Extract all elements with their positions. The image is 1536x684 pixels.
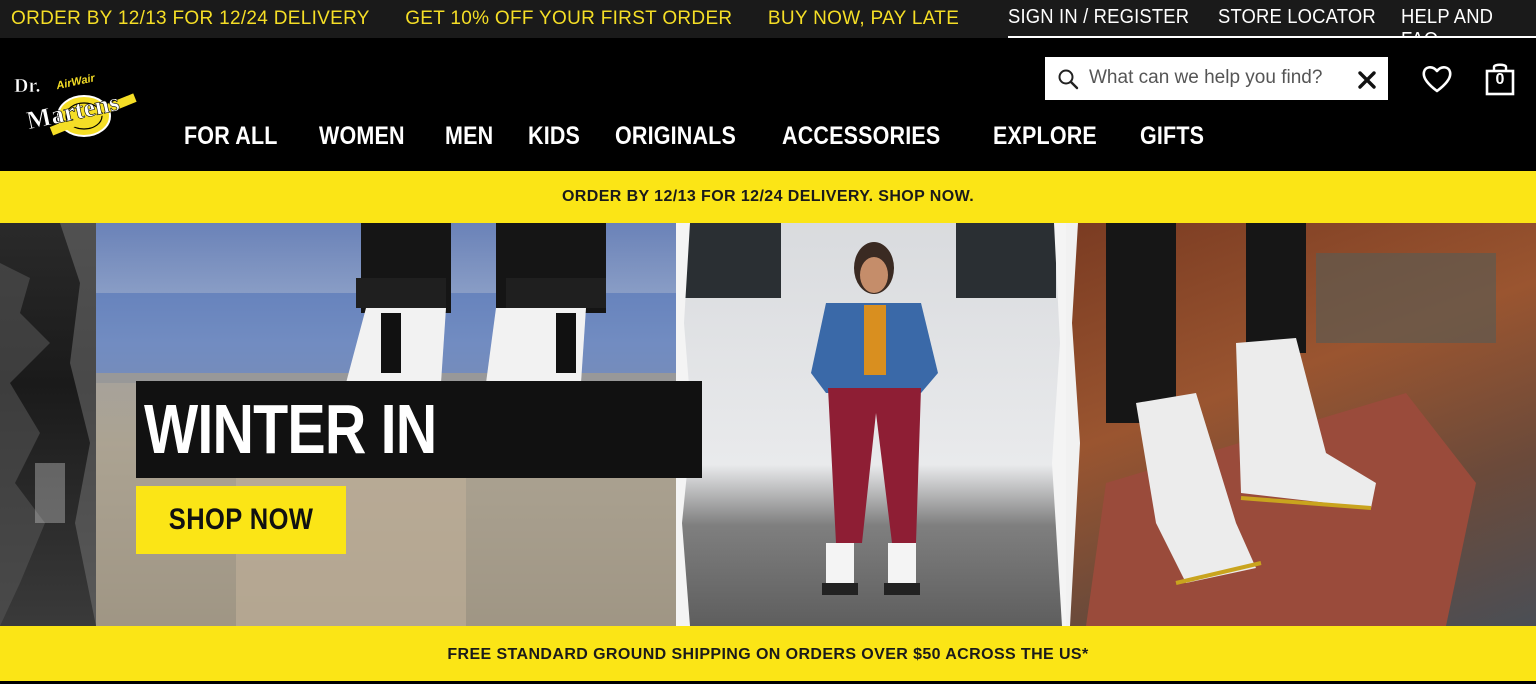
logo-graphic: Dr. Martens AirWair	[14, 72, 137, 137]
hero-image-model	[676, 223, 1066, 626]
nav-item-kids[interactable]: KIDS	[528, 122, 580, 151]
hero-banner[interactable]: WINTER IN WHITE. SHOP NOW	[0, 223, 1536, 626]
shop-now-label: SHOP NOW	[168, 503, 314, 536]
hero-left-edge	[0, 223, 96, 626]
shopping-bag-button[interactable]: 0	[1484, 62, 1516, 96]
nav-item-accessories[interactable]: ACCESSORIES	[782, 122, 940, 151]
nav-item-women[interactable]: WOMEN	[319, 122, 405, 151]
promo-ticker-item[interactable]: GET 10% OFF YOUR FIRST ORDER	[405, 0, 732, 38]
store-locator-link[interactable]: STORE LOCATOR	[1218, 6, 1376, 29]
heart-icon[interactable]	[1421, 64, 1453, 94]
site-header: Dr. Martens AirWair FOR ALL WOMEN MEN KI…	[0, 38, 1536, 171]
hero-panel-model	[676, 223, 1066, 626]
promo-ticker: ORDER BY 12/13 FOR 12/24 DELIVERY GET 10…	[0, 0, 958, 38]
promo-ticker-item[interactable]: BUY NOW, PAY LATER WITH	[768, 0, 958, 38]
nav-item-explore[interactable]: EXPLORE	[993, 122, 1097, 151]
hero-image-boots-chair	[1066, 223, 1496, 626]
shop-now-button[interactable]: SHOP NOW	[136, 486, 346, 554]
top-utility-bar: ORDER BY 12/13 FOR 12/24 DELIVERY GET 10…	[0, 0, 1536, 51]
bag-count: 0	[1495, 71, 1505, 88]
nav-item-men[interactable]: MEN	[445, 122, 493, 151]
logo-text-airwair: AirWair	[54, 72, 96, 92]
free-shipping-text: FREE STANDARD GROUND SHIPPING ON ORDERS …	[447, 646, 1089, 663]
nav-item-gifts[interactable]: GIFTS	[1140, 122, 1204, 151]
logo-text-dr: Dr.	[14, 75, 40, 97]
nav-item-for-all[interactable]: FOR ALL	[184, 122, 278, 151]
search-box	[1045, 57, 1388, 100]
torn-poster-graphic	[0, 223, 96, 626]
search-icon[interactable]	[1057, 68, 1079, 90]
clear-icon[interactable]	[1357, 70, 1377, 90]
main-nav: FOR ALL WOMEN MEN KIDS ORIGINALS ACCESSO…	[184, 122, 1237, 156]
utility-links: SIGN IN / REGISTER STORE LOCATOR HELP AN…	[1008, 0, 1536, 51]
free-shipping-banner: FREE STANDARD GROUND SHIPPING ON ORDERS …	[0, 626, 1536, 681]
hero-panel-boots-chair	[1066, 223, 1536, 626]
dr-martens-logo[interactable]: Dr. Martens AirWair	[12, 72, 144, 148]
hero-headline: WINTER IN WHITE.	[136, 381, 702, 565]
promo-ticker-item[interactable]: ORDER BY 12/13 FOR 12/24 DELIVERY	[11, 0, 370, 38]
delivery-promo-banner: ORDER BY 12/13 FOR 12/24 DELIVERY. SHOP …	[0, 171, 1536, 223]
search-input[interactable]	[1089, 63, 1344, 93]
sign-in-register-link[interactable]: SIGN IN / REGISTER	[1008, 6, 1189, 29]
delivery-promo-link[interactable]: ORDER BY 12/13 FOR 12/24 DELIVERY. SHOP …	[562, 188, 974, 205]
nav-item-originals[interactable]: ORIGINALS	[615, 122, 736, 151]
